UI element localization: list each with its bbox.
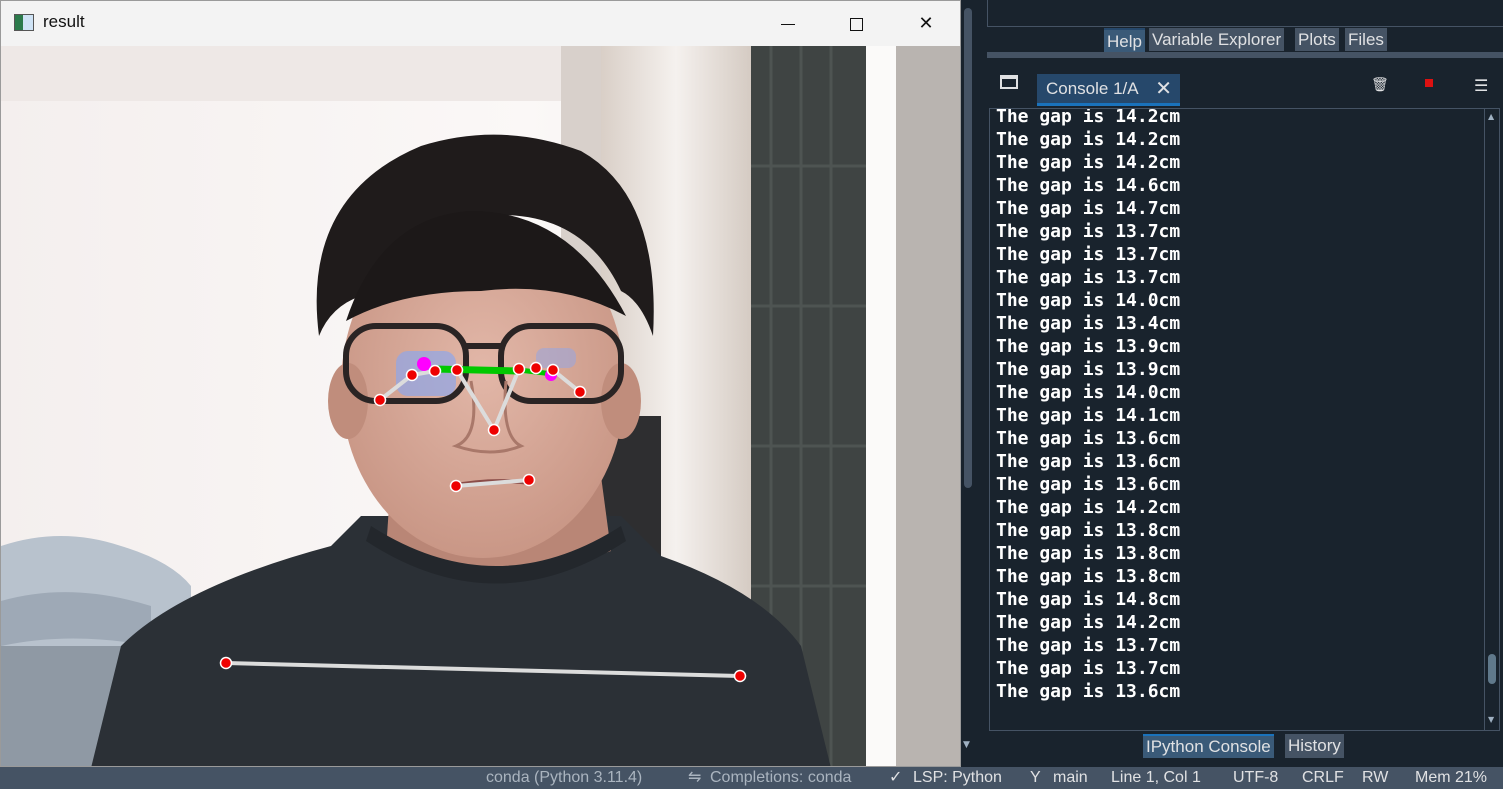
keypoint [546,363,560,377]
tab-console[interactable]: Console 1/A ✕ [1037,74,1180,106]
maximize-icon [849,17,863,31]
console-scrollbar[interactable]: ▲ ▼ [1484,108,1500,731]
minimize-icon [781,23,795,25]
status-mode: RW [1362,769,1389,786]
window-frame [896,46,960,766]
tab-ipython-console[interactable]: IPython Console [1143,734,1274,758]
console-lines: The gap is 14.2cm The gap is 14.2cm The ga… [996,108,1181,703]
console-line: The gap is 13.8cm [996,543,1181,564]
console-line: The gap is 14.2cm [996,129,1181,150]
console-line: The gap is 14.0cm [996,382,1181,403]
webcam-frame [1,46,960,766]
scroll-up-arrow-icon[interactable]: ▲ [1488,112,1494,121]
console-tab-label: Console 1/A [1046,79,1139,98]
tab-help[interactable]: Help [1104,28,1145,53]
console-line: The gap is 13.7cm [996,635,1181,656]
tab-variable-explorer[interactable]: Variable Explorer [1149,28,1285,51]
close-button[interactable]: ✕ [891,1,960,46]
close-icon[interactable]: ✕ [1155,74,1172,104]
console-line: The gap is 14.7cm [996,198,1181,219]
status-encoding: UTF-8 [1233,769,1279,786]
window-titlebar[interactable]: result ✕ [1,1,960,46]
opencv-window-icon [14,14,34,31]
status-eol: CRLF [1302,769,1344,786]
keypoint [522,473,536,487]
window-light [866,46,896,766]
status-lsp[interactable]: LSP: Python [913,767,1002,789]
eye-link [434,365,520,375]
console-line: The gap is 13.6cm [996,428,1181,449]
check-icon: ✓ [889,769,903,786]
keypoint [428,364,442,378]
tab-files[interactable]: Files [1345,28,1387,51]
status-cursor: Line 1, Col 1 [1111,769,1201,786]
console-line: The gap is 13.8cm [996,520,1181,541]
help-pane [987,0,1503,27]
console-line: The gap is 14.2cm [996,612,1181,633]
console-line: The gap is 13.6cm [996,451,1181,472]
minimize-button[interactable] [753,1,823,46]
tab-history[interactable]: History [1285,734,1344,758]
trash-icon[interactable]: 🗑 [1371,77,1389,93]
keypoint [449,479,463,493]
console-line: The gap is 13.7cm [996,244,1181,265]
console-line: The gap is 14.2cm [996,497,1181,518]
window-title: result [43,12,85,31]
console-line: The gap is 14.1cm [996,405,1181,426]
console-line: The gap is 13.7cm [996,267,1181,288]
hamburger-menu-icon[interactable]: ☰ [1474,76,1488,95]
status-env[interactable]: conda (Python 3.11.4) [486,767,642,789]
scroll-down-arrow-icon[interactable]: ▼ [963,740,970,750]
keypoint [512,362,526,376]
console-line: The gap is 14.0cm [996,290,1181,311]
result-window: result ✕ [0,0,961,767]
maximize-button[interactable] [821,1,891,46]
scrollbar-thumb[interactable] [1488,654,1496,684]
iris-left [417,357,431,371]
console-line: The gap is 13.4cm [996,313,1181,334]
keypoint [487,423,501,437]
console-line: The gap is 14.2cm [996,108,1181,127]
keypoint [405,368,419,382]
tab-plots[interactable]: Plots [1295,28,1339,51]
console-line: The gap is 13.7cm [996,221,1181,242]
status-branch[interactable]: main [1053,767,1088,789]
console-line: The gap is 14.8cm [996,589,1181,610]
keypoint [529,361,543,375]
editor-scrollbar[interactable]: ▼ [961,0,977,767]
ceiling-trim [1,46,601,101]
stop-icon[interactable] [1425,79,1433,87]
console-output[interactable]: The gap is 14.2cm The gap is 14.2cm The ga… [989,108,1485,731]
status-completions[interactable]: Completions: conda [710,767,851,789]
scrollbar-thumb[interactable] [964,8,972,488]
keypoint [733,669,747,683]
keypoint [450,363,464,377]
window-options-icon[interactable] [1000,75,1018,89]
keypoint [573,385,587,399]
console-line: The gap is 13.6cm [996,474,1181,495]
git-branch-icon: Y [1030,769,1041,786]
console-line: The gap is 13.8cm [996,566,1181,587]
console-line: The gap is 13.7cm [996,658,1181,679]
console-line: The gap is 13.9cm [996,336,1181,357]
console-line: The gap is 13.6cm [996,681,1181,702]
console-line: The gap is 14.6cm [996,175,1181,196]
status-bar: conda (Python 3.11.4) ⇋ Completions: con… [0,767,1503,789]
keypoint [219,656,233,670]
keypoint [373,393,387,407]
status-memory: Mem 21% [1415,769,1488,786]
blanket-fold [1,592,151,646]
console-line: The gap is 13.9cm [996,359,1181,380]
console-line: The gap is 14.2cm [996,152,1181,173]
completions-icon: ⇋ [688,769,702,786]
scroll-down-arrow-icon[interactable]: ▼ [1488,715,1494,724]
close-icon: ✕ [918,13,934,34]
